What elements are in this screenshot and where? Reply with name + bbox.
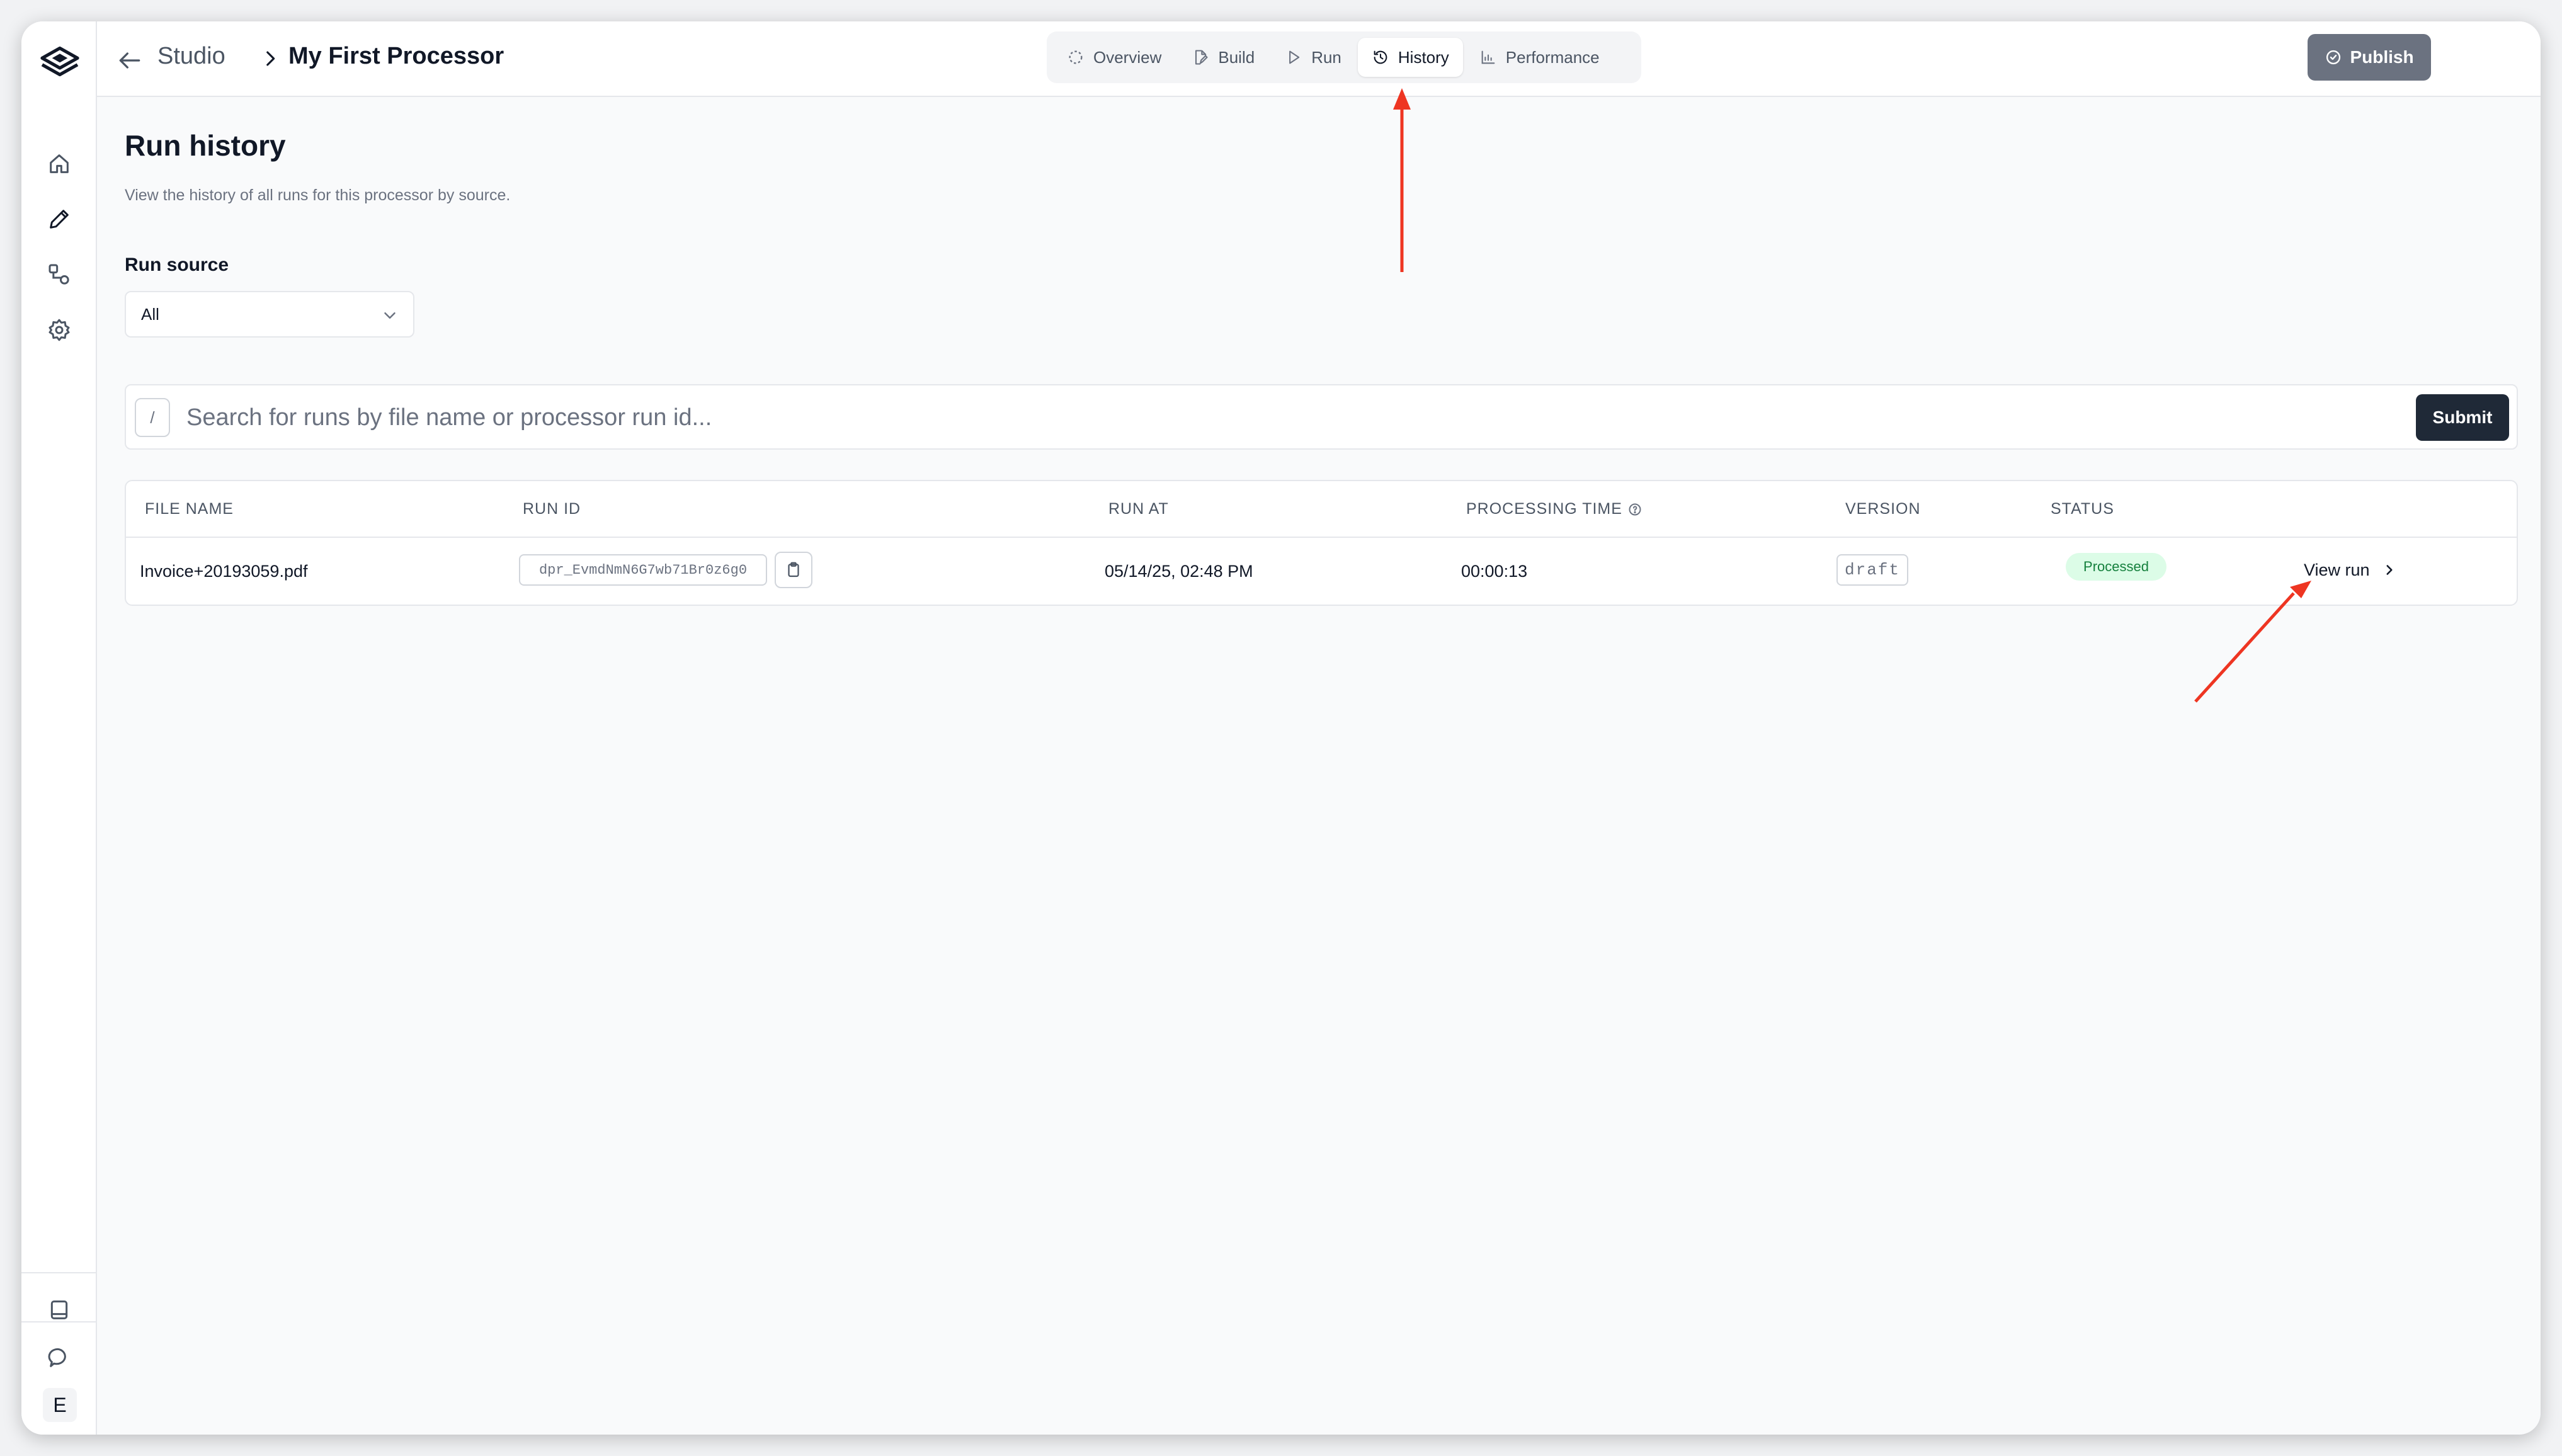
column-header-run-id: RUN ID: [523, 500, 581, 518]
table-header: FILE NAME RUN ID RUN AT PROCESSING TIME …: [126, 481, 2517, 538]
header: Studio My First Processor Overview Build…: [97, 21, 2541, 97]
keyboard-shortcut-hint: /: [135, 398, 170, 437]
breadcrumb-studio[interactable]: Studio: [157, 43, 225, 70]
tab-build[interactable]: Build: [1178, 38, 1268, 77]
submit-button[interactable]: Submit: [2416, 394, 2509, 441]
tab-run[interactable]: Run: [1271, 38, 1355, 77]
tab-label: Run: [1311, 47, 1341, 67]
run-id-chip: dpr_EvmdNmN6G7wb71Br0z6g0: [519, 554, 767, 586]
dashed-circle-icon: [1069, 50, 1083, 64]
history-icon: [1374, 50, 1387, 64]
search-bar: / Submit: [125, 384, 2518, 450]
run-history-table: FILE NAME RUN ID RUN AT PROCESSING TIME …: [125, 480, 2518, 606]
tab-label: Performance: [1505, 47, 1600, 67]
column-header-processing-time: PROCESSING TIME: [1466, 500, 1643, 518]
avatar[interactable]: E: [43, 1388, 77, 1422]
chevron-down-icon: [384, 312, 396, 319]
tab-bar: Overview Build Run History Performance: [1047, 31, 1641, 83]
chevron-right-icon: [266, 51, 275, 66]
search-input[interactable]: [186, 398, 2265, 437]
clipboard-icon: [788, 562, 799, 577]
check-circle-icon: [2326, 50, 2341, 65]
play-icon: [1289, 50, 1300, 64]
publish-button[interactable]: Publish: [2308, 34, 2431, 81]
info-icon[interactable]: [1627, 502, 1643, 517]
breadcrumb-current: My First Processor: [288, 43, 504, 69]
tab-performance[interactable]: Performance: [1466, 38, 1614, 77]
book-icon[interactable]: [45, 1296, 73, 1324]
app-window: E Studio My First Processor Overview Bui…: [21, 21, 2541, 1435]
processing-time-cell: 00:00:13: [1461, 562, 1528, 581]
column-header-version: VERSION: [1845, 500, 1921, 518]
run-at-cell: 05/14/25, 02:48 PM: [1105, 562, 1253, 581]
page-subtitle: View the history of all runs for this pr…: [125, 186, 511, 204]
run-source-label: Run source: [125, 254, 229, 275]
logo-icon[interactable]: [38, 42, 82, 86]
arrow-to-view-run: [2194, 592, 2295, 703]
page-title: Run history: [125, 129, 286, 162]
annotation-arrows: [1393, 88, 2311, 703]
sidebar-divider: [21, 1272, 97, 1273]
tab-history[interactable]: History: [1357, 38, 1463, 77]
workflow-icon[interactable]: [45, 261, 73, 288]
gear-icon[interactable]: [45, 316, 73, 344]
view-run-label: View run: [2304, 560, 2370, 579]
pencil-icon[interactable]: [45, 205, 73, 233]
version-badge: draft: [1836, 554, 1908, 586]
file-pen-icon: [1195, 50, 1208, 65]
column-header-file-name: FILE NAME: [145, 500, 234, 518]
tab-overview[interactable]: Overview: [1053, 38, 1175, 77]
view-run-link[interactable]: View run: [2304, 554, 2398, 586]
run-source-value: All: [141, 304, 159, 324]
tab-label: Build: [1218, 47, 1255, 67]
chevron-right-icon: [2386, 565, 2393, 575]
copy-run-id-button[interactable]: [775, 552, 812, 588]
column-header-status: STATUS: [2051, 500, 2114, 518]
sidebar: E: [21, 21, 97, 1435]
tab-label: History: [1398, 47, 1449, 67]
tab-label: Overview: [1093, 47, 1162, 67]
column-header-run-at: RUN AT: [1108, 500, 1169, 518]
arrow-left-icon[interactable]: [116, 47, 144, 74]
chart-icon: [1481, 50, 1495, 64]
publish-label: Publish: [2350, 47, 2414, 67]
sidebar-divider: [21, 1321, 97, 1322]
column-header-processing-time-label: PROCESSING TIME: [1466, 500, 1622, 518]
chat-icon[interactable]: [45, 1344, 73, 1372]
status-badge: Processed: [2066, 553, 2166, 581]
home-icon[interactable]: [45, 150, 73, 178]
file-name-cell: Invoice+20193059.pdf: [140, 562, 308, 581]
run-source-select[interactable]: All: [125, 291, 414, 338]
